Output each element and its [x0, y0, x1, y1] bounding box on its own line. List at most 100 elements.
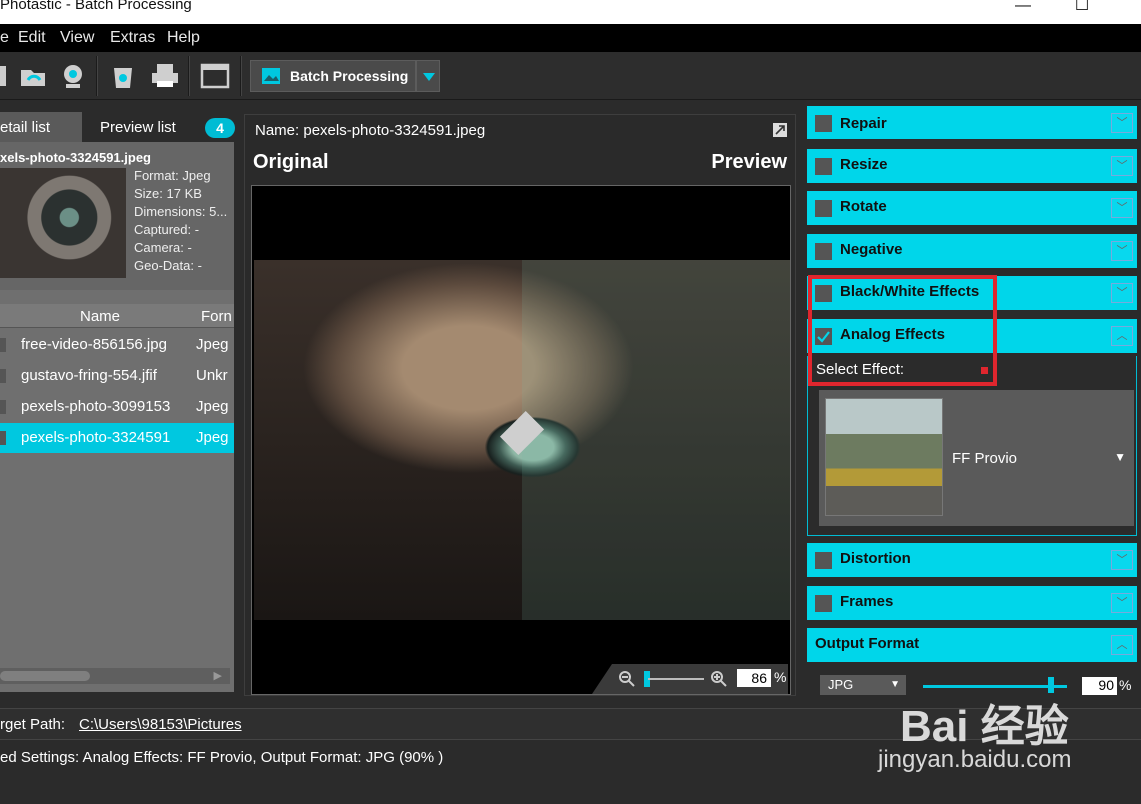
- image-viewport[interactable]: 86 %: [251, 185, 791, 695]
- zoom-percent-label: %: [774, 669, 787, 685]
- batch-dropdown-button[interactable]: [416, 60, 440, 92]
- section-output-format[interactable]: Output Format ︿: [807, 628, 1137, 662]
- file-row-name: free-video-856156.jpg: [21, 336, 167, 353]
- webcam-icon[interactable]: [58, 62, 88, 90]
- column-name[interactable]: Name: [80, 308, 120, 325]
- chevron-down-icon[interactable]: ﹀: [1111, 198, 1133, 218]
- window-title: Photastic - Batch Processing: [0, 0, 192, 13]
- batch-processing-button[interactable]: Batch Processing: [250, 60, 416, 92]
- section-repair[interactable]: Repair ﹀: [807, 106, 1137, 139]
- menu-help[interactable]: Help: [167, 29, 200, 47]
- file-row-format: Jpeg: [196, 429, 229, 446]
- scroll-right-icon[interactable]: ▶: [214, 669, 222, 682]
- row-checkbox[interactable]: [0, 431, 6, 445]
- zoom-out-icon[interactable]: [618, 670, 636, 688]
- effect-name: FF Provio: [952, 450, 1018, 467]
- menu-bar: e Edit View Extras Help: [0, 24, 1141, 52]
- toolbar-separator: [240, 56, 242, 96]
- negative-checkbox[interactable]: [815, 243, 832, 260]
- list-tabs: etail list Preview list 4: [0, 112, 240, 142]
- file-row[interactable]: gustavo-fring-554.jfif Unkr: [0, 361, 234, 391]
- quality-slider-track[interactable]: [923, 685, 1067, 688]
- target-path-label: rget Path:: [0, 716, 66, 733]
- chevron-down-icon[interactable]: ﹀: [1111, 156, 1133, 176]
- tab-preview-list[interactable]: Preview list: [100, 119, 176, 136]
- file-row-name: pexels-photo-3324591: [21, 429, 171, 446]
- scrollbar-thumb[interactable]: [0, 671, 90, 681]
- file-row[interactable]: free-video-856156.jpg Jpeg: [0, 330, 234, 360]
- zoom-in-icon[interactable]: [710, 670, 728, 688]
- column-format[interactable]: Forn: [201, 308, 232, 325]
- file-row-name: gustavo-fring-554.jfif: [21, 367, 157, 384]
- file-thumbnail: [0, 168, 126, 278]
- file-format: Format: Jpeg: [134, 168, 211, 183]
- horizontal-scrollbar[interactable]: ▶: [0, 668, 230, 684]
- frames-checkbox[interactable]: [815, 595, 832, 612]
- chevron-down-icon: ▼: [890, 679, 900, 690]
- file-row[interactable]: pexels-photo-3099153 Jpeg: [0, 392, 234, 422]
- target-path-link[interactable]: C:\Users\98153\Pictures: [79, 716, 242, 733]
- quality-value-input[interactable]: 90: [1082, 677, 1117, 695]
- resize-checkbox[interactable]: [815, 158, 832, 175]
- rotate-checkbox[interactable]: [815, 200, 832, 217]
- effect-thumbnail: [825, 398, 943, 516]
- frames-label: Frames: [840, 593, 894, 610]
- original-label: Original: [253, 151, 329, 173]
- menu-file[interactable]: e: [0, 29, 9, 47]
- file-size: Size: 17 KB: [134, 186, 202, 201]
- repair-checkbox[interactable]: [815, 115, 832, 132]
- file-row-format: Unkr: [196, 367, 228, 384]
- file-row-name: pexels-photo-3099153: [21, 398, 171, 415]
- tab-detail-list[interactable]: etail list: [0, 112, 82, 142]
- section-resize[interactable]: Resize ﹀: [807, 149, 1137, 183]
- cat-eye-photo: [254, 260, 790, 620]
- selected-file-name: xels-photo-3324591.jpeg: [0, 150, 151, 165]
- menu-extras[interactable]: Extras: [110, 29, 155, 47]
- effect-selector[interactable]: FF Provio ▼: [819, 390, 1134, 526]
- section-frames[interactable]: Frames ﹀: [807, 586, 1137, 620]
- batch-image-icon: [262, 68, 280, 84]
- window-icon[interactable]: [200, 62, 230, 90]
- chevron-down-icon[interactable]: ﹀: [1111, 241, 1133, 261]
- chevron-down-icon[interactable]: ▼: [1114, 450, 1126, 464]
- section-negative[interactable]: Negative ﹀: [807, 234, 1137, 268]
- zoom-value-input[interactable]: 86: [737, 669, 771, 687]
- zoom-slider-track[interactable]: [648, 678, 704, 680]
- file-row-selected[interactable]: pexels-photo-3324591 Jpeg: [0, 423, 234, 453]
- menu-view[interactable]: View: [60, 29, 94, 47]
- repair-label: Repair: [840, 115, 887, 132]
- chevron-down-icon: [423, 73, 435, 81]
- chevron-down-icon[interactable]: ﹀: [1111, 550, 1133, 570]
- recycle-bin-icon[interactable]: [108, 62, 138, 90]
- row-checkbox[interactable]: [0, 400, 6, 414]
- chevron-down-icon[interactable]: ﹀: [1111, 283, 1133, 303]
- chevron-down-icon[interactable]: ﹀: [1111, 113, 1133, 133]
- settings-text: ed Settings: Analog Effects: FF Provio, …: [0, 749, 444, 766]
- distortion-label: Distortion: [840, 550, 911, 567]
- file-row-format: Jpeg: [196, 398, 229, 415]
- row-checkbox[interactable]: [0, 369, 6, 383]
- chevron-down-icon[interactable]: ﹀: [1111, 593, 1133, 613]
- row-checkbox[interactable]: [0, 338, 6, 352]
- baidu-watermark: Bai 经验 jingyan.baidu.com: [878, 690, 1071, 773]
- minimize-button[interactable]: —: [1000, 0, 1046, 20]
- distortion-checkbox[interactable]: [815, 552, 832, 569]
- chevron-up-icon[interactable]: ︿: [1111, 635, 1133, 655]
- preview-half: [522, 260, 790, 620]
- format-select[interactable]: JPG ▼: [820, 675, 906, 695]
- printer-icon[interactable]: [150, 62, 180, 90]
- file-geo-data: Geo-Data: -: [134, 258, 202, 273]
- zoom-bar: 86 %: [592, 664, 788, 694]
- chevron-up-icon[interactable]: ︿: [1111, 326, 1133, 346]
- expand-icon[interactable]: [773, 123, 787, 137]
- section-distortion[interactable]: Distortion ﹀: [807, 543, 1137, 577]
- title-bar: Photastic - Batch Processing — ☐: [0, 0, 1141, 24]
- maximize-button[interactable]: ☐: [1059, 0, 1105, 20]
- file-dimensions: Dimensions: 5...: [134, 204, 228, 219]
- section-rotate[interactable]: Rotate ﹀: [807, 191, 1137, 225]
- batch-processing-label: Batch Processing: [290, 68, 409, 84]
- menu-edit[interactable]: Edit: [18, 29, 46, 47]
- preview-label: Preview: [711, 151, 787, 173]
- open-folder-icon[interactable]: [18, 62, 48, 90]
- file-row-format: Jpeg: [196, 336, 229, 353]
